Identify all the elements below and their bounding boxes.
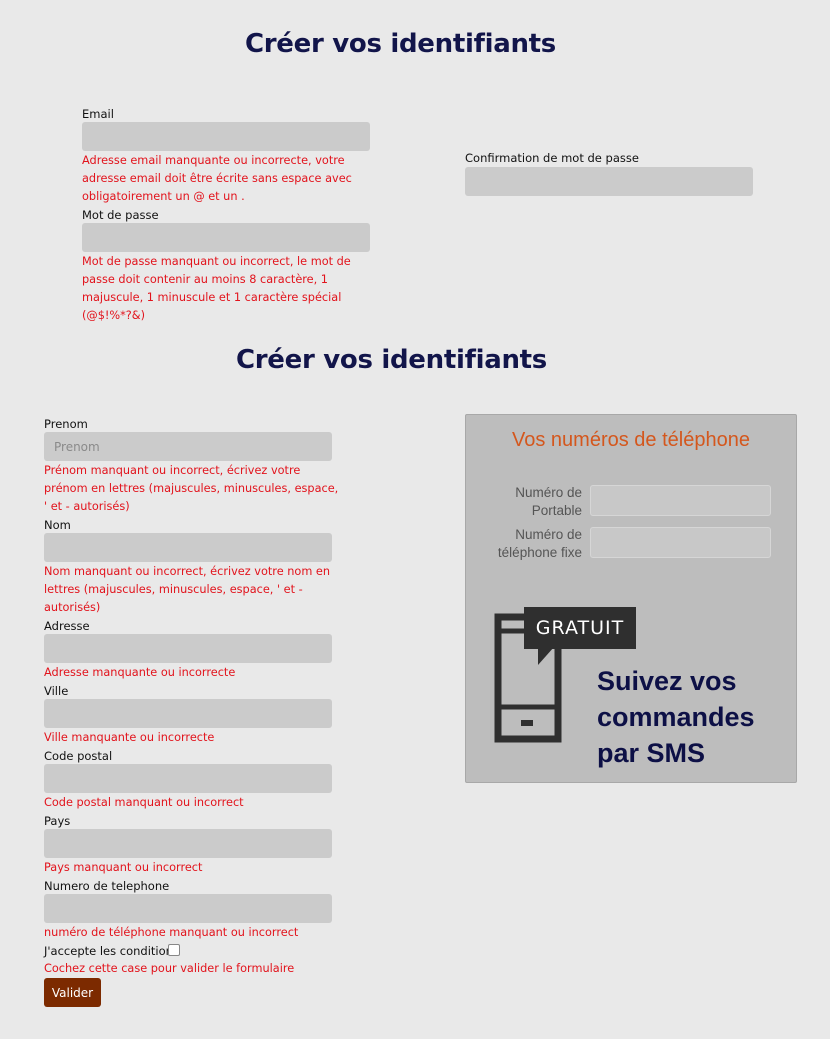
mobile-number-field[interactable]: [590, 485, 771, 516]
email-label: Email: [82, 107, 114, 121]
email-error: Adresse email manquante ou incorrecte, v…: [82, 154, 352, 203]
fixed-number-field[interactable]: [590, 527, 771, 558]
conditions-checkbox[interactable]: [168, 944, 180, 956]
ville-label: Ville: [44, 684, 69, 698]
confirm-password-label: Confirmation de mot de passe: [465, 151, 639, 165]
pays-label: Pays: [44, 814, 71, 828]
conditions-label: J'accepte les conditions: [44, 944, 179, 958]
nom-field[interactable]: [44, 533, 332, 562]
nom-label: Nom: [44, 518, 71, 532]
code-postal-error: Code postal manquant ou incorrect: [44, 796, 244, 809]
phone-panel-title: Vos numéros de téléphone: [512, 429, 750, 451]
adresse-error: Adresse manquante ou incorrecte: [44, 666, 236, 679]
valider-button[interactable]: Valider: [44, 978, 101, 1007]
mobile-label-line2: Portable: [531, 503, 582, 518]
password-field[interactable]: [82, 223, 370, 252]
fixed-number-label: Numéro de téléphone fixe: [466, 526, 582, 562]
section2-title: Créer vos identifiants: [236, 345, 547, 375]
prenom-error: Prénom manquant ou incorrect, écrivez vo…: [44, 464, 339, 513]
password-label: Mot de passe: [82, 208, 159, 222]
promo-line2: commandes: [597, 702, 755, 732]
pays-error: Pays manquant ou incorrect: [44, 861, 203, 874]
nom-error: Nom manquant ou incorrect, écrivez votre…: [44, 565, 331, 614]
fixed-label-line1: Numéro de: [515, 527, 582, 542]
promo-line3: par SMS: [597, 738, 706, 768]
confirm-password-field[interactable]: [465, 167, 753, 196]
adresse-label: Adresse: [44, 619, 90, 633]
prenom-field[interactable]: [44, 432, 332, 461]
telephone-error: numéro de téléphone manquant ou incorrec…: [44, 926, 299, 939]
adresse-field[interactable]: [44, 634, 332, 663]
email-field[interactable]: [82, 122, 370, 151]
telephone-field[interactable]: [44, 894, 332, 923]
password-error: Mot de passe manquant ou incorrect, le m…: [82, 255, 351, 322]
section1-title: Créer vos identifiants: [245, 29, 556, 59]
ville-field[interactable]: [44, 699, 332, 728]
sms-promo-text: Suivez vos commandes par SMS: [597, 663, 755, 771]
promo-line1: Suivez vos: [597, 666, 737, 696]
code-postal-label: Code postal: [44, 749, 113, 763]
conditions-error: Cochez cette case pour valider le formul…: [44, 962, 295, 975]
mobile-number-label: Numéro de Portable: [466, 484, 582, 520]
prenom-label: Prenom: [44, 417, 88, 431]
code-postal-field[interactable]: [44, 764, 332, 793]
telephone-label: Numero de telephone: [44, 879, 170, 893]
mobile-label-line1: Numéro de: [515, 485, 582, 500]
ville-error: Ville manquante ou incorrecte: [44, 731, 215, 744]
fixed-label-line2: téléphone fixe: [497, 545, 582, 560]
phone-numbers-panel: Vos numéros de téléphone Numéro de Porta…: [465, 414, 797, 783]
gratuit-badge: GRATUIT: [524, 607, 636, 649]
pays-field[interactable]: [44, 829, 332, 858]
